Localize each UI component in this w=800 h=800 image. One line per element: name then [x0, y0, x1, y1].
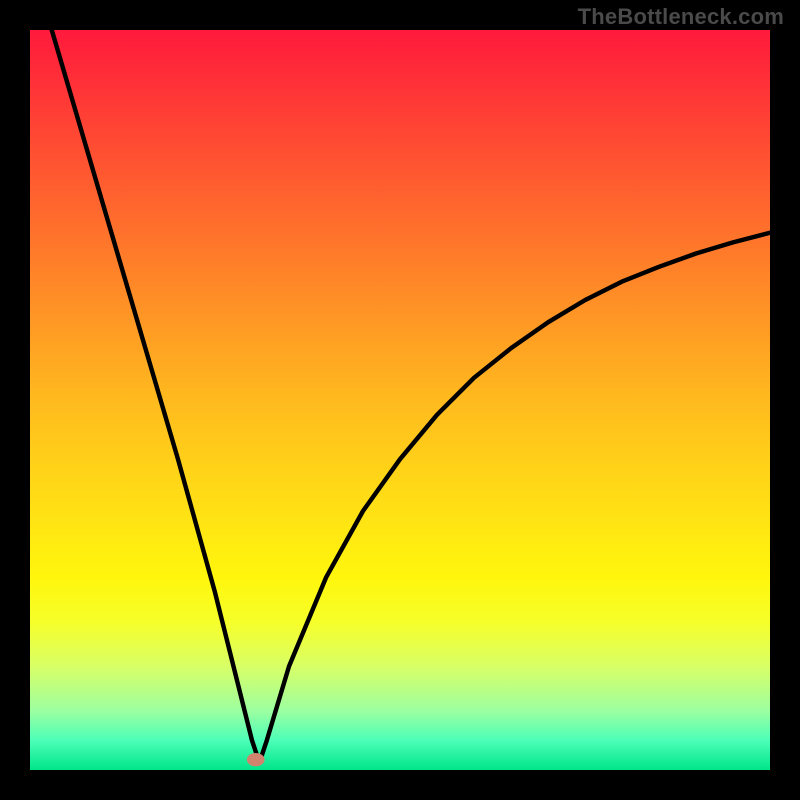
plot-area: [30, 30, 770, 770]
curve-svg: [30, 30, 770, 770]
optimum-marker: [247, 753, 265, 766]
watermark-label: TheBottleneck.com: [578, 4, 784, 30]
chart-frame: TheBottleneck.com: [0, 0, 800, 800]
bottleneck-curve: [30, 30, 770, 763]
